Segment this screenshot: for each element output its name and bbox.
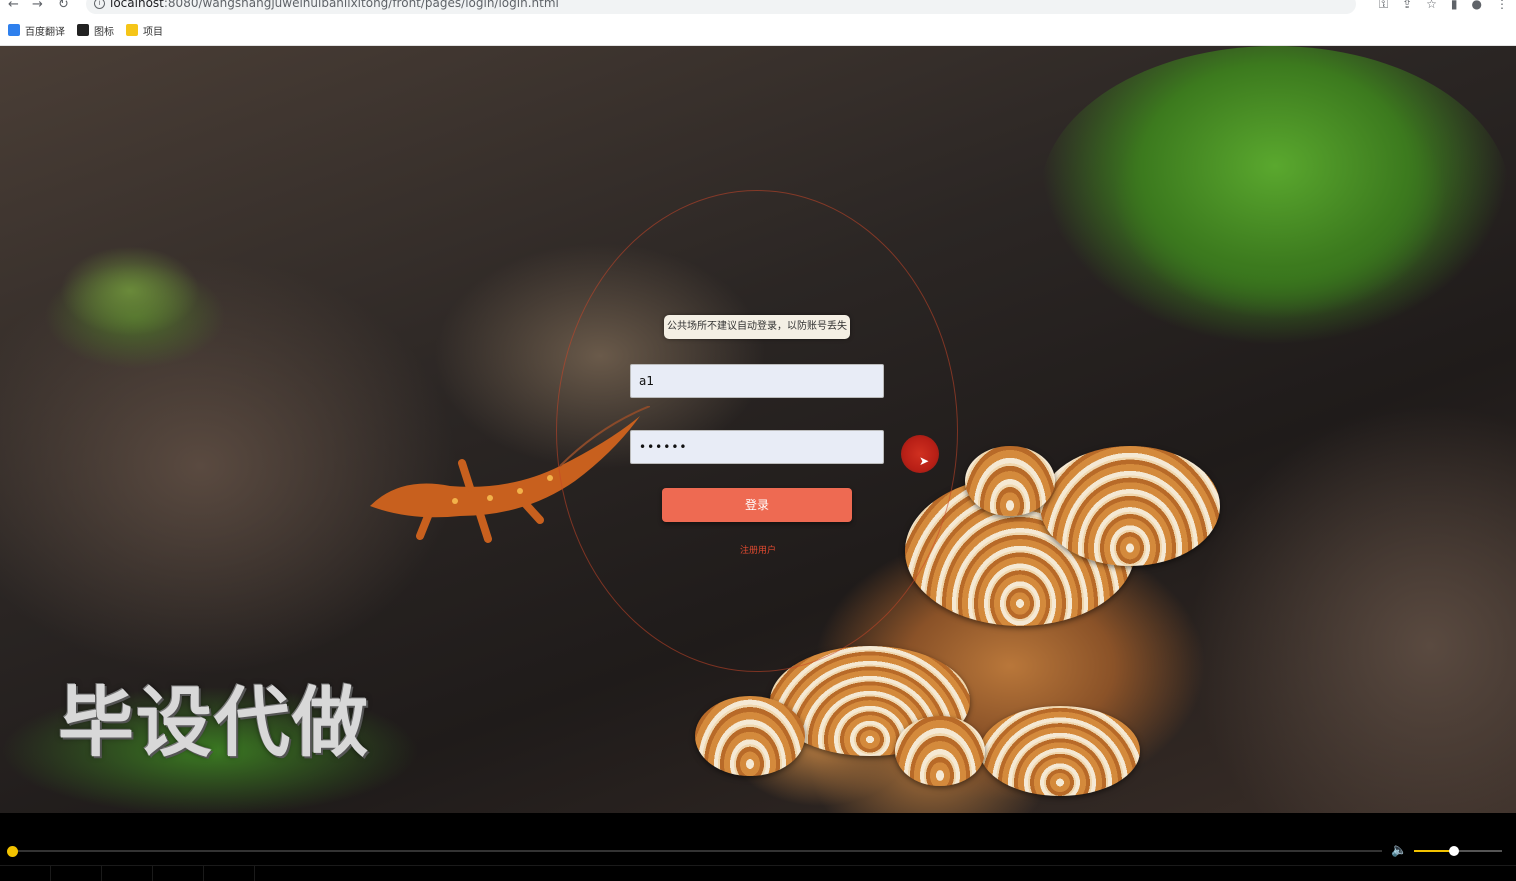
url-host: localhost (110, 0, 164, 10)
register-link[interactable]: 注册用户 (708, 543, 808, 556)
password-input[interactable]: •••••• (630, 430, 884, 464)
video-player-bar: 🔈 (0, 813, 1516, 881)
browser-chrome: ← → ↻ i localhost:8080/wangshangjuweihui… (0, 0, 1516, 46)
watermark-text: 毕设代做 (58, 678, 370, 767)
reload-icon[interactable]: ↻ (58, 0, 69, 13)
fungus-image (980, 706, 1140, 796)
image-icon (77, 24, 89, 36)
bookmarks-bar: 百度翻译 图标 项目 (0, 20, 163, 40)
fungus-image (1040, 446, 1220, 566)
bookmark-label: 项目 (143, 26, 163, 38)
fungus-image (965, 446, 1055, 516)
lichen-background (60, 246, 200, 336)
autologin-warning-tooltip: 公共场所不建议自动登录，以防账号丢失 (664, 315, 850, 339)
bookmark-baidu-translate[interactable]: 百度翻译 (8, 23, 65, 38)
url-text: localhost:8080/wangshangjuweihuibanlixit… (110, 0, 559, 10)
star-icon[interactable]: ☆ (1426, 0, 1437, 12)
forward-icon[interactable]: → (32, 0, 43, 13)
fungus-image (695, 696, 805, 776)
bookmark-project[interactable]: 项目 (126, 23, 163, 38)
bookmark-label: 图标 (94, 26, 114, 38)
address-row: ← → ↻ i localhost:8080/wangshangjuweihui… (0, 0, 1516, 14)
control-slot[interactable] (102, 866, 153, 881)
volume-fill (1414, 850, 1454, 852)
url-path: :8080/wangshangjuweihuibanlixitong/front… (163, 0, 559, 10)
login-button[interactable]: 登录 (662, 488, 852, 522)
fungus-image (895, 716, 985, 786)
menu-icon[interactable]: ⋮ (1496, 0, 1508, 12)
address-bar[interactable]: i localhost:8080/wangshangjuweihuibanlix… (86, 0, 1356, 14)
username-input[interactable] (630, 364, 884, 398)
moss-background (1040, 46, 1510, 346)
control-slot[interactable] (0, 866, 51, 881)
player-controls-row (0, 865, 1516, 881)
login-page: 公共场所不建议自动登录，以防账号丢失 •••••• 登录 注册用户 ➤ 毕设代做 (0, 46, 1516, 813)
share-icon[interactable]: ⇪ (1402, 0, 1412, 12)
seek-knob[interactable] (7, 846, 18, 857)
key-icon[interactable]: ⚿ (1379, 0, 1388, 12)
site-info-icon[interactable]: i (94, 0, 105, 9)
sidepanel-icon[interactable]: ▮ (1451, 0, 1458, 12)
control-slot[interactable] (153, 866, 204, 881)
toolbar-icons: ⚿ ⇪ ☆ ▮ ● ⋮ (1379, 0, 1508, 12)
volume-icon[interactable]: 🔈 (1391, 843, 1407, 858)
folder-icon (126, 24, 138, 36)
back-icon[interactable]: ← (8, 0, 19, 13)
seek-track[interactable] (12, 850, 1382, 852)
bookmark-label: 百度翻译 (25, 26, 65, 38)
volume-knob[interactable] (1448, 846, 1459, 856)
translate-icon (8, 24, 20, 36)
control-slot[interactable] (204, 866, 255, 881)
mouse-pointer-icon: ➤ (919, 454, 930, 468)
control-slot[interactable] (51, 866, 102, 881)
bookmark-icons[interactable]: 图标 (77, 23, 114, 38)
profile-icon[interactable]: ● (1472, 0, 1482, 12)
